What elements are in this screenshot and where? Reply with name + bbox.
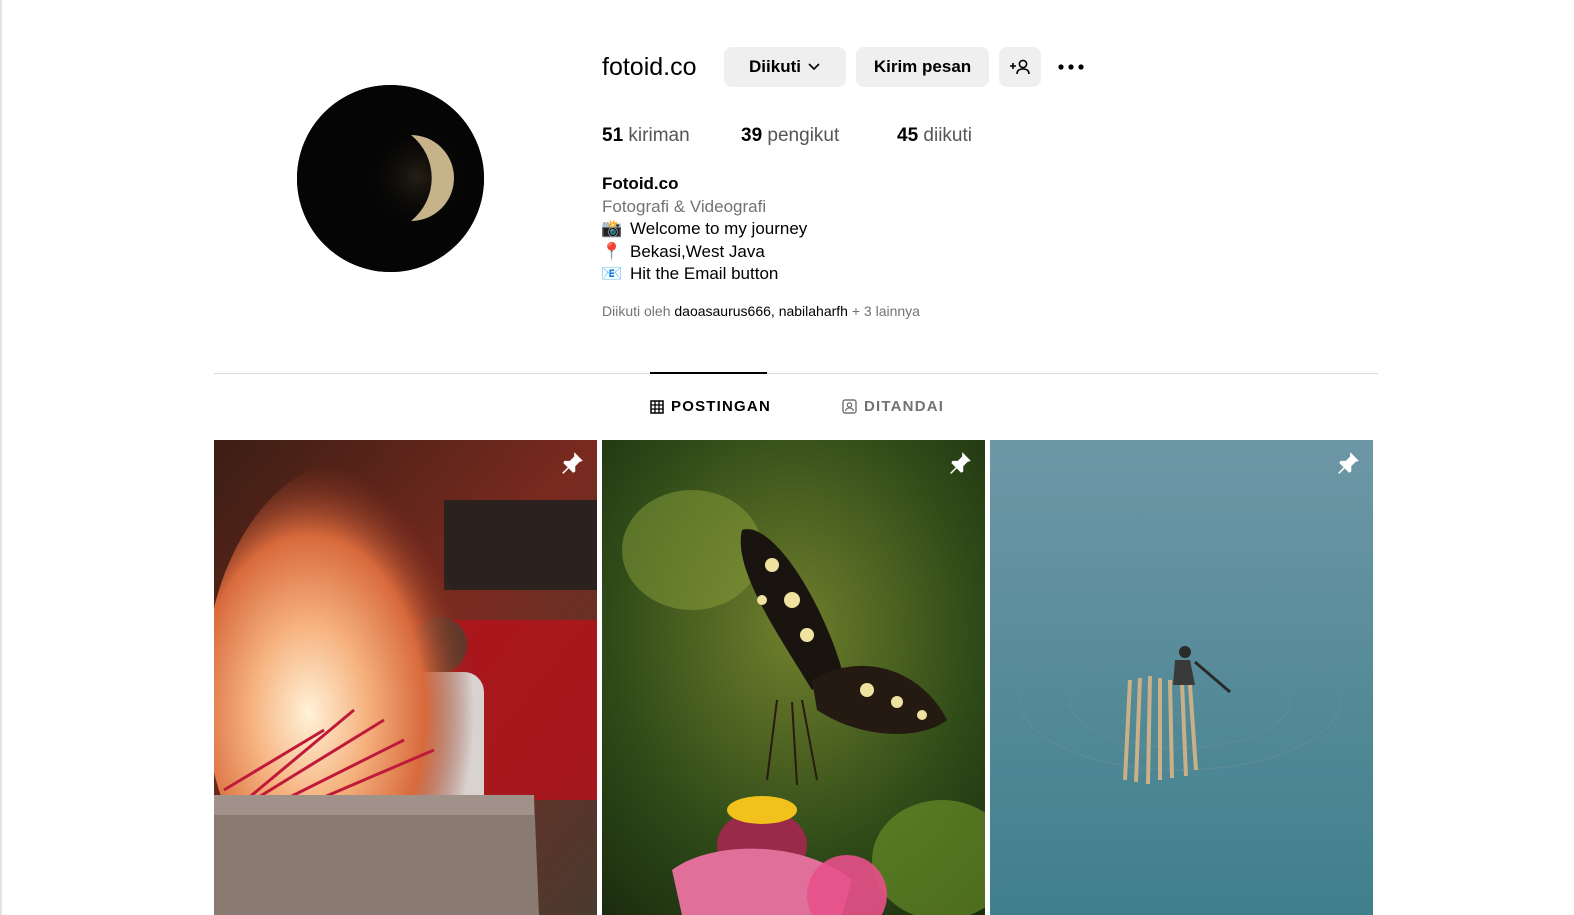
- bio-line: 📸 Welcome to my journey: [601, 218, 808, 241]
- bio-category: Fotografi & Videografi: [602, 196, 767, 216]
- more-icon: [1058, 64, 1084, 70]
- followers-count: 39: [741, 125, 763, 146]
- followed-by-separator: ,: [770, 303, 775, 319]
- chevron-down-icon: [808, 63, 820, 71]
- more-options-button[interactable]: [1052, 52, 1090, 82]
- pin-emoji-icon: 📍: [601, 241, 623, 261]
- add-person-icon: [1010, 59, 1030, 75]
- posts-label: kiriman: [628, 125, 690, 146]
- post-photo-bamboo-raft: [990, 440, 1373, 915]
- pinned-icon: [1338, 452, 1359, 474]
- bio-line-text: Welcome to my journey: [630, 219, 808, 238]
- tagged-icon: [842, 399, 857, 414]
- tabs-divider: [214, 373, 1378, 374]
- bio-name: Fotoid.co: [602, 174, 679, 193]
- followed-by-prefix: Diikuti oleh: [602, 303, 671, 319]
- posts-count-stat: 51 kiriman: [602, 124, 690, 148]
- following-button-label: Diikuti: [749, 57, 801, 76]
- posts-count: 51: [602, 125, 624, 146]
- followers-label: pengikut: [767, 125, 840, 146]
- post-tile[interactable]: [214, 440, 597, 915]
- post-tile[interactable]: [990, 440, 1373, 915]
- pinned-icon: [950, 452, 971, 474]
- camera-emoji-icon: 📸: [601, 219, 623, 238]
- post-photo-incense-fire: [214, 440, 597, 915]
- following-button[interactable]: Diikuti: [724, 47, 846, 87]
- post-tile[interactable]: [602, 440, 985, 915]
- bio-line-text: Bekasi,West Java: [630, 241, 765, 261]
- following-stat[interactable]: 45 diikuti: [897, 124, 972, 148]
- followed-by-more: + 3 lainnya: [851, 303, 920, 319]
- tab-tagged[interactable]: DITANDAI: [842, 398, 944, 415]
- followed-by-user[interactable]: nabilaharfh: [779, 303, 848, 319]
- following-label: diikuti: [923, 125, 972, 146]
- followers-stat[interactable]: 39 pengikut: [741, 124, 839, 148]
- profile-username: fotoid.co: [602, 53, 697, 81]
- profile-avatar[interactable]: [297, 85, 484, 272]
- bio-line: 📍 Bekasi,West Java: [601, 241, 807, 264]
- followed-by-user[interactable]: daoasaurus666: [674, 303, 771, 319]
- followed-by[interactable]: Diikuti oleh daoasaurus666, nabilaharfh …: [602, 302, 920, 320]
- window-edge: [0, 0, 2, 915]
- profile-bio: Fotoid.co Fotografi & Videografi 📸 Welco…: [601, 173, 808, 286]
- tab-posts-label: POSTINGAN: [671, 398, 771, 415]
- post-photo-butterfly-flower: [602, 440, 985, 915]
- suggested-users-button[interactable]: [999, 47, 1041, 87]
- send-message-button[interactable]: Kirim pesan: [856, 47, 989, 87]
- bio-line: 📧 Hit the Email button: [601, 263, 807, 286]
- following-count: 45: [897, 125, 919, 146]
- grid-icon: [650, 399, 664, 414]
- tab-tagged-label: DITANDAI: [864, 398, 945, 415]
- email-emoji-icon: 📧: [601, 264, 623, 283]
- pinned-icon: [562, 452, 583, 474]
- tab-posts[interactable]: POSTINGAN: [650, 398, 771, 415]
- active-tab-indicator: [650, 372, 767, 374]
- bio-line-text: Hit the Email button: [630, 264, 779, 283]
